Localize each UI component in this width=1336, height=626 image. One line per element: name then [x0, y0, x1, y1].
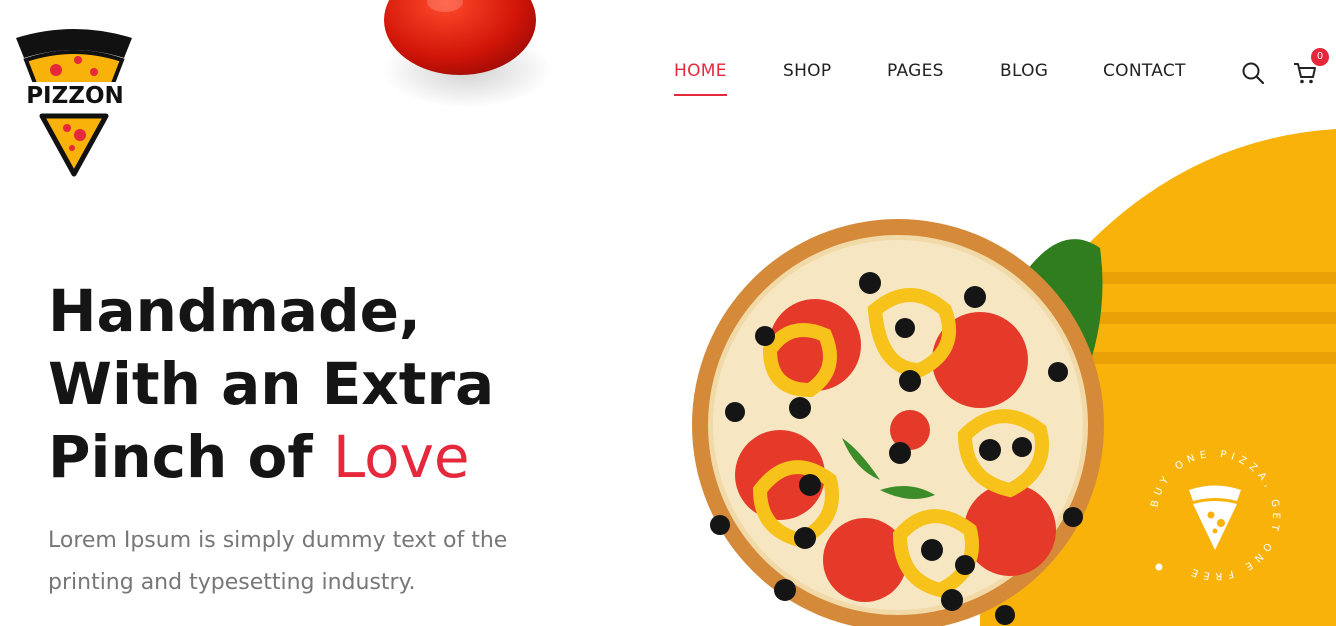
nav-home[interactable]: HOME: [674, 58, 727, 96]
tomato-image: [382, 0, 552, 108]
search-icon: [1242, 62, 1265, 85]
hero-pizza-artwork: BUY ONE PIZZA, GET ONE FREE: [692, 129, 1336, 626]
nav-blog[interactable]: BLOG: [1000, 58, 1048, 84]
pizza-image: [692, 219, 1104, 626]
cart-count-badge: 0: [1311, 48, 1329, 66]
hero-title-highlight: Love: [332, 423, 470, 491]
site-logo[interactable]: PIZZON: [12, 28, 136, 178]
hero-subtitle: Lorem Ipsum is simply dummy text of the …: [48, 528, 508, 595]
nav-contact[interactable]: CONTACT: [1103, 58, 1186, 84]
hero-title-line-2: With an Extra: [48, 350, 495, 418]
hero-title: Handmade, With an Extra Pinch of Love: [48, 275, 494, 494]
search-button[interactable]: [1240, 60, 1266, 86]
nav-pages[interactable]: PAGES: [887, 58, 944, 84]
hero-title-line-1: Handmade,: [48, 277, 421, 345]
hero-title-line-3: Pinch of: [48, 423, 333, 491]
nav-shop[interactable]: SHOP: [783, 58, 831, 84]
logo-wordmark: PIZZON: [14, 82, 136, 110]
